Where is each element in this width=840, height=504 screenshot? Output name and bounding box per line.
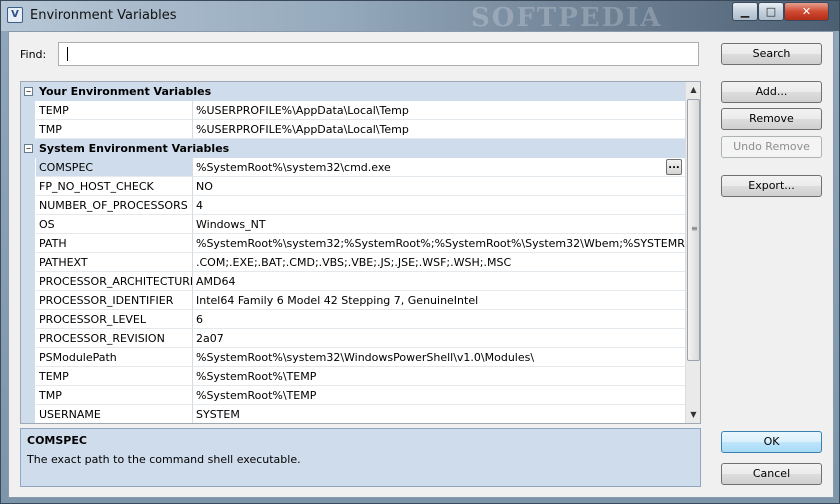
description-panel: COMSPEC The exact path to the command sh…: [20, 428, 701, 487]
description-title: COMSPEC: [27, 434, 87, 447]
variable-row[interactable]: TEMP %SystemRoot%\TEMP: [21, 367, 685, 386]
variable-row[interactable]: PATHEXT .COM;.EXE;.BAT;.CMD;.VBS;.VBE;.JS…: [21, 253, 685, 272]
find-input[interactable]: [58, 42, 699, 66]
variable-name: FP_NO_HOST_CHECK: [36, 177, 193, 196]
window-title: Environment Variables: [30, 8, 177, 23]
variable-value[interactable]: %USERPROFILE%\AppData\Local\Temp: [193, 120, 685, 139]
variable-row[interactable]: PATH %SystemRoot%\system32;%SystemRoot%;%…: [21, 234, 685, 253]
variable-name: NUMBER_OF_PROCESSORS: [36, 196, 193, 215]
variable-row[interactable]: USERNAME SYSTEM: [21, 405, 685, 423]
scroll-thumb[interactable]: ≡: [687, 99, 700, 361]
find-label: Find:: [20, 48, 47, 61]
variable-row[interactable]: COMSPEC %SystemRoot%\system32\cmd.exe...: [21, 158, 685, 177]
variable-value[interactable]: 6: [193, 310, 685, 329]
variable-value[interactable]: %SystemRoot%\system32\WindowsPowerShell\…: [193, 348, 685, 367]
environment-variables-window: V Environment Variables SOFTPEDIA ▁ □ ✕ …: [0, 0, 840, 504]
variable-name: PROCESSOR_LEVEL: [36, 310, 193, 329]
variable-value[interactable]: %SystemRoot%\TEMP: [193, 367, 685, 386]
title-bar[interactable]: V Environment Variables SOFTPEDIA ▁ □ ✕: [1, 1, 839, 33]
close-button[interactable]: ✕: [784, 2, 829, 21]
variable-name: PROCESSOR_IDENTIFIER: [36, 291, 193, 310]
softpedia-watermark: SOFTPEDIA: [471, 3, 663, 33]
description-text: The exact path to the command shell exec…: [27, 453, 301, 466]
add-button[interactable]: Add...: [721, 81, 822, 103]
variable-row[interactable]: PROCESSOR_REVISION 2a07: [21, 329, 685, 348]
variable-row[interactable]: TMP %SystemRoot%\TEMP: [21, 386, 685, 405]
ok-button[interactable]: OK: [721, 431, 822, 453]
remove-button[interactable]: Remove: [721, 108, 822, 130]
variable-row[interactable]: PROCESSOR_IDENTIFIER Intel64 Family 6 Mod…: [21, 291, 685, 310]
dialog-body: Find: Search Add... Remove Undo Remove E…: [8, 31, 834, 498]
variable-value[interactable]: %SystemRoot%\TEMP: [193, 386, 685, 405]
variable-name: TEMP: [36, 101, 193, 120]
variable-value[interactable]: Intel64 Family 6 Model 42 Stepping 7, Ge…: [193, 291, 685, 310]
category-label: System Environment Variables: [39, 142, 230, 155]
edit-value-button[interactable]: ...: [666, 159, 682, 175]
scroll-down-arrow-icon[interactable]: ▼: [686, 407, 700, 423]
variable-value[interactable]: NO: [193, 177, 685, 196]
scroll-up-arrow-icon[interactable]: ▲: [686, 82, 700, 98]
variable-name: PROCESSOR_ARCHITECTURE: [36, 272, 193, 291]
variable-name: TEMP: [36, 367, 193, 386]
variable-name: COMSPEC: [36, 158, 193, 177]
text-caret: [67, 47, 68, 61]
category-label: Your Environment Variables: [39, 85, 212, 98]
variable-value[interactable]: AMD64: [193, 272, 685, 291]
maximize-button[interactable]: □: [758, 2, 784, 21]
search-button[interactable]: Search: [721, 43, 822, 65]
variable-value[interactable]: %SystemRoot%\system32;%SystemRoot%;%Syst…: [193, 234, 685, 253]
property-grid[interactable]: − Your Environment Variables TEMP %USERPROF…: [20, 81, 701, 424]
variable-row[interactable]: PSModulePath %SystemRoot%\system32\Window…: [21, 348, 685, 367]
variable-name: USERNAME: [36, 405, 193, 423]
category-header[interactable]: − System Environment Variables: [21, 139, 685, 158]
variable-value[interactable]: .COM;.EXE;.BAT;.CMD;.VBS;.VBE;.JS;.JSE;.…: [193, 253, 685, 272]
variable-value[interactable]: Windows_NT: [193, 215, 685, 234]
variable-name: PATH: [36, 234, 193, 253]
variable-row[interactable]: PROCESSOR_LEVEL 6: [21, 310, 685, 329]
variable-value[interactable]: SYSTEM: [193, 405, 685, 423]
variable-value[interactable]: %SystemRoot%\system32\cmd.exe: [193, 158, 685, 177]
variable-name: PROCESSOR_REVISION: [36, 329, 193, 348]
minimize-button[interactable]: ▁: [732, 2, 758, 21]
variable-value[interactable]: %USERPROFILE%\AppData\Local\Temp: [193, 101, 685, 120]
variable-name: PSModulePath: [36, 348, 193, 367]
collapse-toggle-icon[interactable]: −: [24, 144, 33, 153]
variable-row[interactable]: FP_NO_HOST_CHECK NO: [21, 177, 685, 196]
variable-name: TMP: [36, 386, 193, 405]
scroll-grip-icon: ≡: [691, 224, 698, 233]
variable-row[interactable]: TEMP %USERPROFILE%\AppData\Local\Temp: [21, 101, 685, 120]
variable-row[interactable]: OS Windows_NT: [21, 215, 685, 234]
variable-row[interactable]: PROCESSOR_ARCHITECTURE AMD64: [21, 272, 685, 291]
variable-value[interactable]: 4: [193, 196, 685, 215]
undo-remove-button[interactable]: Undo Remove: [721, 136, 822, 158]
variable-row[interactable]: TMP %USERPROFILE%\AppData\Local\Temp: [21, 120, 685, 139]
variable-name: PATHEXT: [36, 253, 193, 272]
variable-name: OS: [36, 215, 193, 234]
variable-name: TMP: [36, 120, 193, 139]
collapse-toggle-icon[interactable]: −: [24, 87, 33, 96]
app-icon: V: [7, 7, 23, 23]
variable-value[interactable]: 2a07: [193, 329, 685, 348]
variable-row[interactable]: NUMBER_OF_PROCESSORS 4: [21, 196, 685, 215]
export-button[interactable]: Export...: [721, 175, 822, 197]
cancel-button[interactable]: Cancel: [721, 463, 822, 485]
vertical-scrollbar[interactable]: ▲ ≡ ▼: [685, 82, 700, 423]
category-header[interactable]: − Your Environment Variables: [21, 82, 685, 101]
